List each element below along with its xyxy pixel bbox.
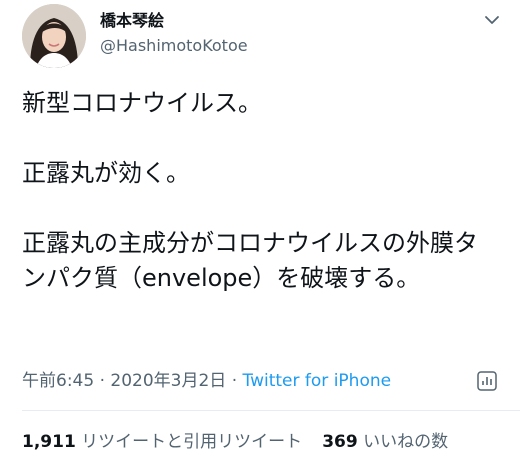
avatar-image: [22, 4, 86, 68]
author-names: 橋本琴絵 @HashimotoKotoe: [100, 10, 248, 58]
tweet-text: 新型コロナウイルス。 正露丸が効く。 正露丸の主成分がコロナウイルスの外膜タンパ…: [22, 89, 478, 292]
display-name[interactable]: 橋本琴絵: [100, 10, 248, 32]
likes-label: いいねの数: [357, 432, 449, 452]
tweet-source[interactable]: Twitter for iPhone: [243, 371, 392, 391]
tweet-date[interactable]: 2020年3月2日: [110, 371, 226, 391]
tweet-stats: 1,911 リツイートと引用リツイート 369 いいねの数: [22, 424, 500, 460]
tweet-header: 橋本琴絵 @HashimotoKotoe: [22, 4, 512, 68]
likes-count: 369: [322, 432, 358, 452]
tweet-meta: 午前6:45 · 2020年3月2日 · Twitter for iPhone: [22, 366, 500, 396]
retweets-count: 1,911: [22, 432, 76, 452]
meta-separator-2: ·: [226, 371, 243, 391]
chevron-down-icon[interactable]: [482, 10, 502, 30]
likes-stat[interactable]: 369 いいねの数: [322, 432, 448, 452]
avatar[interactable]: [22, 4, 86, 68]
tweet-time[interactable]: 午前6:45: [22, 371, 94, 391]
user-handle[interactable]: @HashimotoKotoe: [100, 34, 248, 58]
divider: [22, 410, 520, 411]
meta-separator: ·: [94, 371, 111, 391]
analytics-icon[interactable]: [474, 368, 500, 394]
retweets-label: リツイートと引用リツイート: [75, 432, 303, 452]
retweets-stat[interactable]: 1,911 リツイートと引用リツイート: [22, 432, 302, 452]
